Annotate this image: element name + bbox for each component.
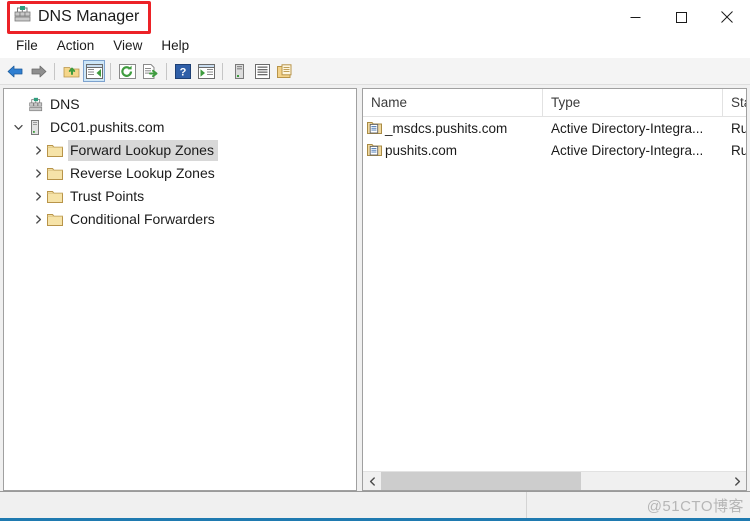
watermark-text: @51CTO博客 [646, 497, 744, 515]
cell-type: Active Directory-Integra... [551, 120, 704, 136]
tree-node-reverse-lookup-zones[interactable]: Reverse Lookup Zones [4, 162, 356, 185]
scroll-left-button[interactable] [363, 472, 381, 490]
tree-node-label: Trust Points [70, 188, 145, 204]
console-tree: DNS DC01.pushits.com Forward Lookup Zone… [4, 89, 356, 231]
tree-node-dc01[interactable]: DC01.pushits.com [4, 116, 356, 139]
back-button[interactable] [4, 60, 26, 82]
tree-node-label: Conditional Forwarders [70, 211, 215, 227]
zone-name: _msdcs.pushits.com [385, 120, 508, 136]
column-header-status[interactable]: Sta [723, 89, 746, 116]
export-list-icon [142, 63, 157, 79]
toolbar-separator [54, 62, 55, 80]
maximize-button[interactable] [658, 0, 704, 34]
chevron-right-icon[interactable] [30, 215, 46, 224]
show-hide-console-tree-button[interactable] [83, 60, 105, 82]
console-tree-icon [85, 63, 103, 79]
title-highlight-annotation: DNS Manager [7, 0, 152, 34]
status-bar-left [0, 492, 527, 518]
window-title: DNS Manager [38, 7, 140, 25]
folder-icon [46, 144, 64, 158]
content-area: DNS DC01.pushits.com Forward Lookup Zone… [0, 85, 750, 491]
cell-status: Ru [731, 120, 746, 136]
copy-button[interactable] [274, 60, 296, 82]
horizontal-scrollbar[interactable] [363, 471, 746, 490]
details-pane: Name Type Sta [362, 88, 747, 491]
window-controls [612, 0, 750, 34]
minimize-button[interactable] [612, 0, 658, 34]
dns-manager-window: DNS Manager File Action View Help ? DNS … [0, 0, 750, 521]
copy-clipboard-icon [277, 63, 292, 78]
chevron-right-icon[interactable] [30, 169, 46, 178]
help-button[interactable]: ? [172, 60, 194, 82]
folder-icon [46, 167, 64, 181]
status-bar-right: @51CTO博客 [527, 492, 750, 518]
dns-server-icon [26, 97, 44, 112]
up-one-level-button[interactable] [60, 60, 82, 82]
tree-node-trust-points[interactable]: Trust Points [4, 185, 356, 208]
help-question-icon: ? [175, 63, 191, 79]
toolbar-separator [110, 62, 111, 80]
tree-node-conditional-forwarders[interactable]: Conditional Forwarders [4, 208, 356, 231]
menu-item-help[interactable]: Help [153, 37, 197, 56]
toolbar-separator [222, 62, 223, 80]
menu-bar: File Action View Help [0, 34, 750, 58]
dns-server-icon [13, 5, 31, 28]
back-arrow-icon [7, 65, 22, 77]
svg-text:?: ? [180, 66, 187, 78]
folder-icon [46, 190, 64, 204]
chevron-down-icon[interactable] [10, 123, 26, 132]
show-action-pane-button[interactable] [195, 60, 217, 82]
forward-button[interactable] [27, 60, 49, 82]
zone-folder-icon [366, 143, 383, 157]
cell-status: Ru [731, 142, 746, 158]
cell-type: Active Directory-Integra... [551, 142, 704, 158]
column-header-type[interactable]: Type [543, 89, 723, 116]
list-header: Name Type Sta [363, 89, 746, 117]
status-bar: @51CTO博客 [0, 491, 750, 518]
column-header-name[interactable]: Name [363, 89, 543, 116]
forward-arrow-icon [31, 65, 46, 77]
menu-item-action[interactable]: Action [49, 37, 103, 56]
folder-up-icon [63, 66, 79, 77]
chevron-right-icon[interactable] [30, 192, 46, 201]
server-tower-icon [26, 120, 44, 135]
title-bar: DNS Manager [0, 0, 750, 34]
cell-name: _msdcs.pushits.com [363, 121, 543, 136]
menu-item-view[interactable]: View [105, 37, 150, 56]
folder-icon [46, 213, 64, 227]
close-button[interactable] [704, 0, 750, 34]
refresh-button[interactable] [116, 60, 138, 82]
tree-node-label: Forward Lookup Zones [68, 140, 218, 161]
toolbar-separator [166, 62, 167, 80]
server-icon [234, 63, 244, 79]
console-tree-pane: DNS DC01.pushits.com Forward Lookup Zone… [3, 88, 357, 491]
list-body: _msdcs.pushits.com Active Directory-Inte… [363, 117, 746, 471]
new-server-button[interactable] [228, 60, 250, 82]
zone-folder-icon [366, 121, 383, 135]
tree-node-label: Reverse Lookup Zones [70, 165, 215, 181]
cell-name: pushits.com [363, 143, 543, 158]
menu-item-file[interactable]: File [8, 37, 46, 56]
chevron-right-icon[interactable] [30, 146, 46, 155]
tree-node-label: DNS [50, 96, 80, 112]
toolbar: ? [0, 58, 750, 85]
export-list-button[interactable] [139, 60, 161, 82]
tree-node-forward-lookup-zones[interactable]: Forward Lookup Zones [4, 139, 356, 162]
properties-list-icon [254, 63, 270, 79]
tree-node-label: DC01.pushits.com [50, 119, 165, 135]
action-pane-icon [197, 63, 215, 79]
zone-name: pushits.com [385, 142, 458, 158]
scrollbar-track[interactable] [381, 472, 728, 490]
scroll-right-button[interactable] [728, 472, 746, 490]
properties-button[interactable] [251, 60, 273, 82]
list-item[interactable]: _msdcs.pushits.com Active Directory-Inte… [363, 117, 746, 139]
list-item[interactable]: pushits.com Active Directory-Integra... … [363, 139, 746, 161]
tree-node-dns[interactable]: DNS [4, 93, 356, 116]
refresh-icon [118, 63, 136, 79]
scrollbar-thumb[interactable] [381, 472, 581, 490]
